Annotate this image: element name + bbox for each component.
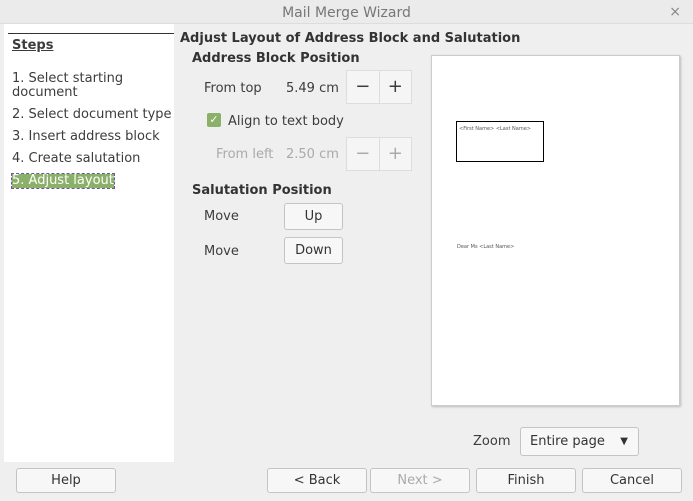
help-button[interactable]: Help — [16, 468, 116, 493]
close-icon[interactable]: × — [669, 4, 681, 20]
from-top-stepper[interactable]: − + — [346, 70, 412, 104]
zoom-select[interactable]: Entire page ▼ — [520, 427, 639, 456]
align-checkbox[interactable]: ✓ — [207, 113, 221, 127]
zoom-value: Entire page — [530, 434, 605, 449]
steps-heading: Steps — [12, 38, 54, 53]
align-label[interactable]: Align to text body — [228, 114, 344, 129]
cancel-button[interactable]: Cancel — [582, 468, 682, 493]
move-label: Move — [204, 209, 239, 224]
step-5-active[interactable]: 5. Adjust layout — [11, 173, 115, 189]
page-title: Adjust Layout of Address Block and Salut… — [180, 31, 521, 46]
minus-button[interactable]: − — [347, 138, 380, 170]
plus-button[interactable]: + — [380, 138, 412, 170]
down-button[interactable]: Down — [284, 237, 343, 264]
title-bar: Mail Merge Wizard × — [0, 0, 693, 24]
step-2[interactable]: 2. Select document type — [12, 108, 172, 122]
from-top-label: From top — [204, 81, 262, 96]
minus-button[interactable]: − — [347, 71, 380, 103]
back-button[interactable]: < Back — [267, 468, 367, 493]
step-1[interactable]: 1. Select starting document — [12, 72, 132, 100]
next-button[interactable]: Next > — [370, 468, 470, 493]
step-4[interactable]: 4. Create salutation — [12, 152, 140, 166]
from-top-value[interactable]: 5.49 cm — [286, 81, 339, 96]
zoom-label: Zoom — [473, 434, 511, 449]
dropdown-arrow-icon: ▼ — [620, 436, 628, 447]
address-block-preview[interactable]: <First Name> <Last Name> — [456, 121, 544, 162]
finish-button[interactable]: Finish — [476, 468, 576, 493]
address-block-heading: Address Block Position — [192, 51, 360, 66]
salutation-heading: Salutation Position — [192, 183, 332, 198]
up-button[interactable]: Up — [284, 203, 343, 230]
window-title: Mail Merge Wizard — [282, 5, 411, 21]
from-left-label: From left — [216, 147, 274, 162]
move-label: Move — [204, 244, 239, 259]
plus-button[interactable]: + — [380, 71, 412, 103]
layout-preview: <First Name> <Last Name> Dear Ms <Last N… — [431, 55, 680, 406]
divider — [8, 33, 174, 34]
from-left-value[interactable]: 2.50 cm — [286, 147, 339, 162]
from-left-stepper[interactable]: − + — [346, 137, 412, 171]
salutation-preview[interactable]: Dear Ms <Last Name> — [457, 244, 514, 250]
step-3[interactable]: 3. Insert address block — [12, 130, 160, 144]
